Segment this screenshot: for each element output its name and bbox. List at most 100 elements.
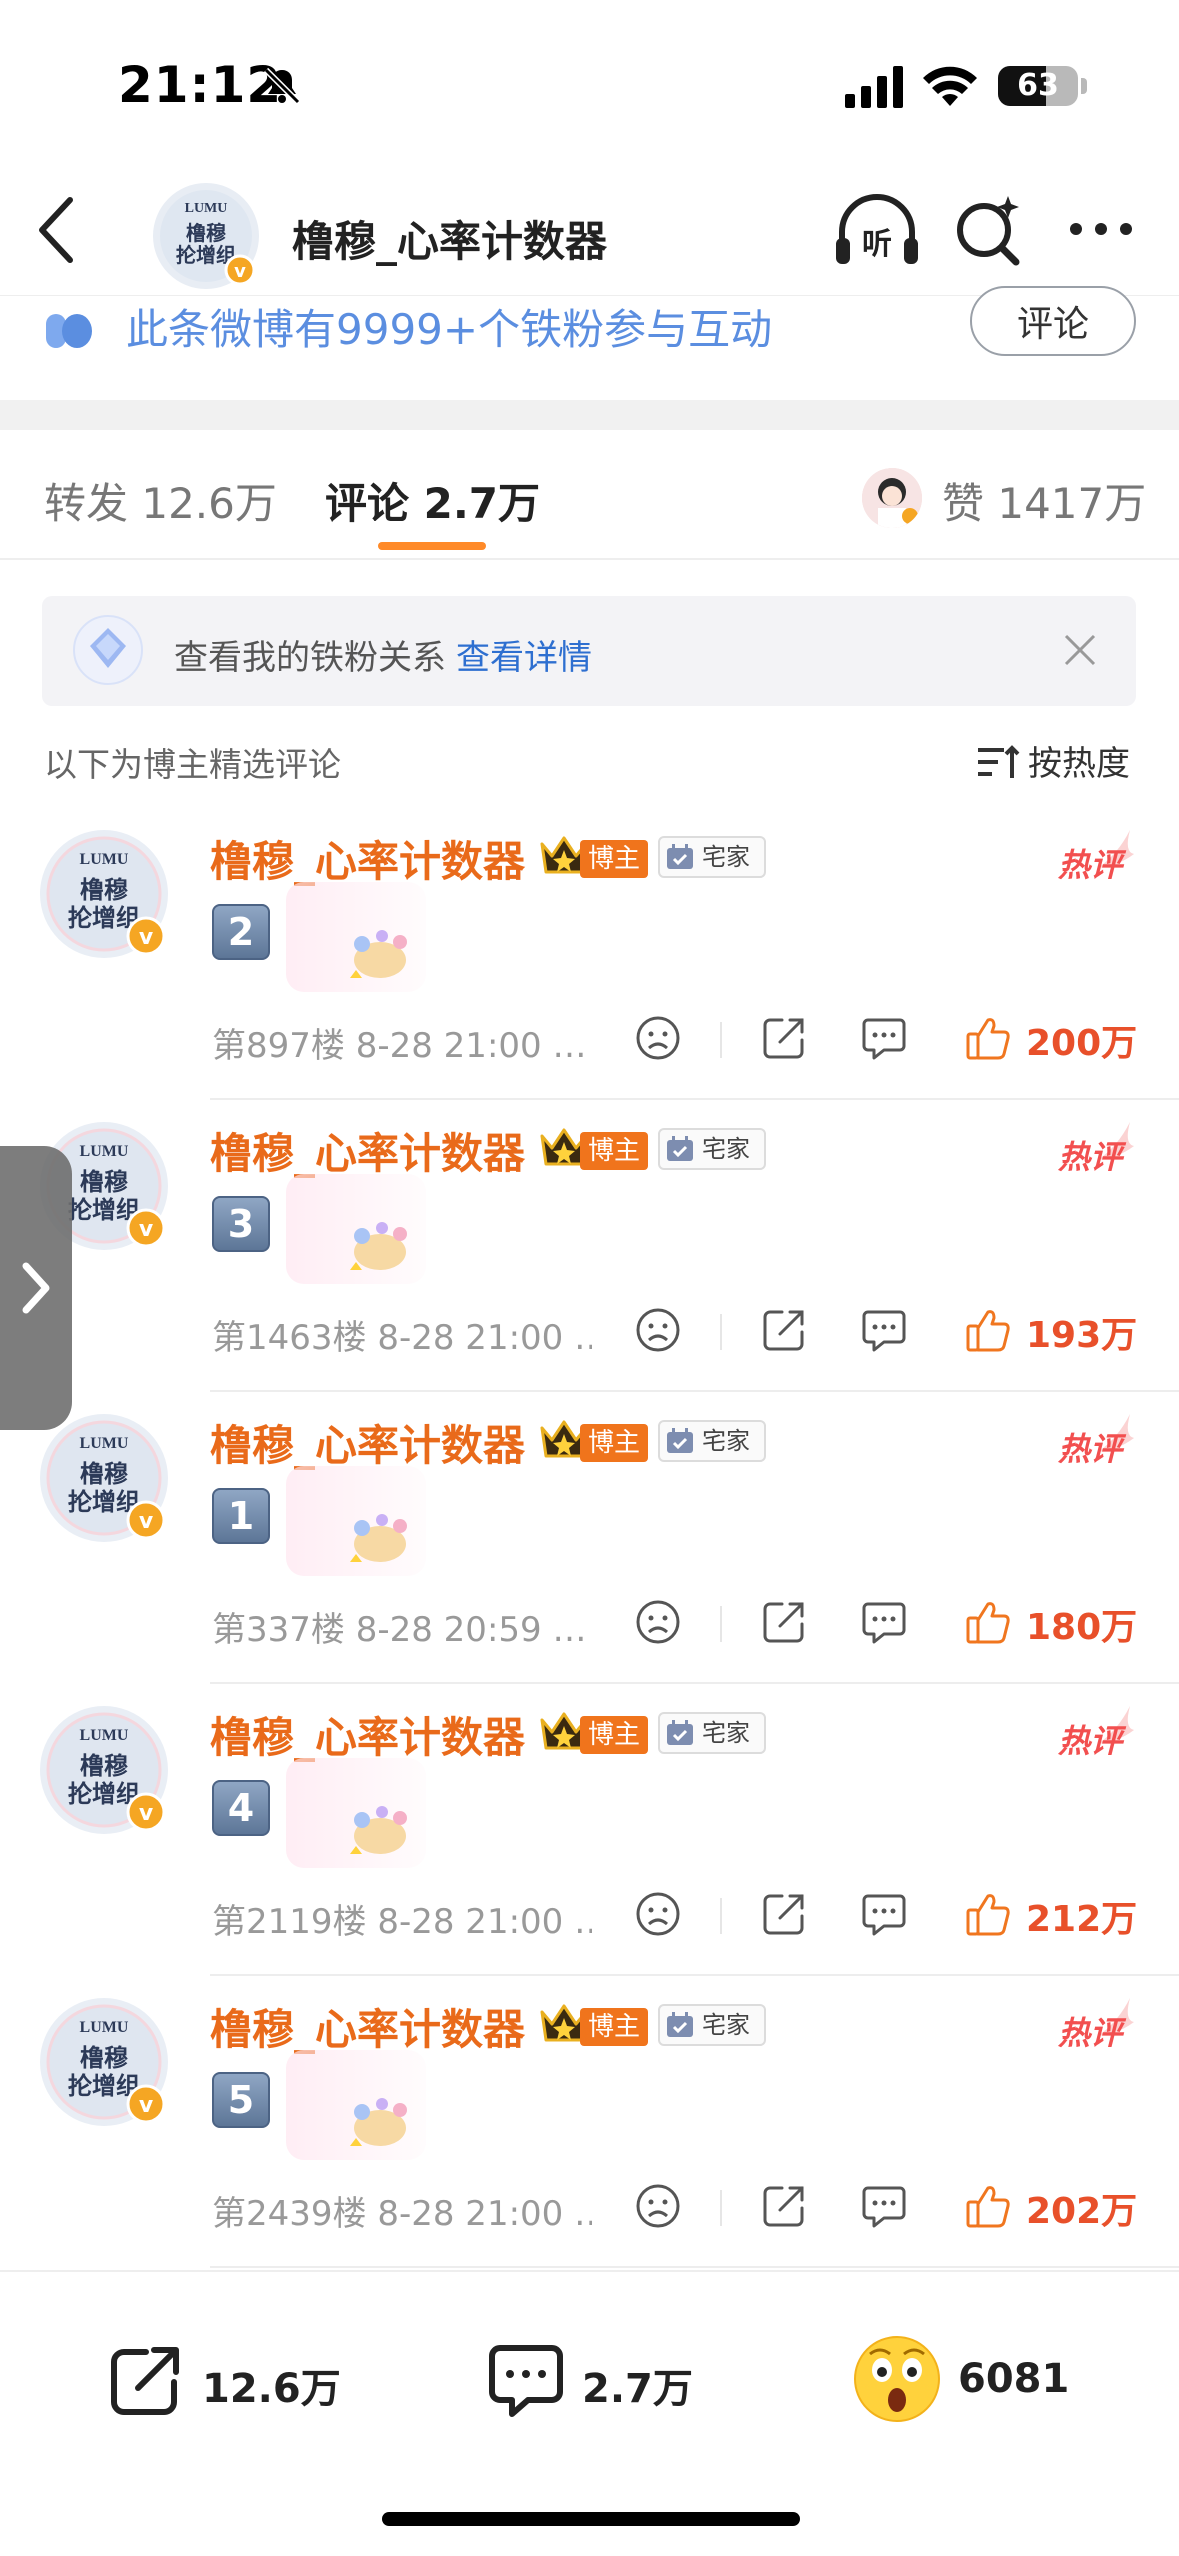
iron-fans-row[interactable]: 查看我的铁粉关系 查看详情 (42, 596, 1136, 706)
action-divider (720, 1314, 722, 1350)
more-icon[interactable] (1066, 214, 1136, 244)
bottom-repost-button[interactable]: 12.6万 (106, 2340, 366, 2420)
dislike-face-icon[interactable] (634, 1306, 682, 1354)
like-thumb-icon[interactable] (964, 1306, 1012, 1354)
close-icon[interactable] (1056, 626, 1104, 674)
sticker-doodle-icon (350, 1514, 407, 1562)
action-divider (720, 1898, 722, 1934)
comment-meta: 第897楼 8-28 21:00 … (212, 1026, 587, 1066)
author-role-badge: 博主 (580, 1716, 648, 1754)
share-icon[interactable] (760, 2182, 808, 2230)
dislike-face-icon[interactable] (634, 1598, 682, 1646)
comment-item[interactable]: LUMU 橹穆 抡增组 v 橹穆_心率计数器 博主 宅家 (0, 1100, 1179, 1392)
comment-like-count[interactable]: 193万 (1026, 1306, 1137, 1358)
comment-item[interactable]: LUMU 橹穆 抡增组 v 橹穆_心率计数器 博主 宅家 (0, 1392, 1179, 1684)
bottom-repost-count: 12.6万 (202, 2366, 341, 2412)
reply-icon[interactable] (860, 2182, 908, 2230)
section-gap (0, 400, 1179, 430)
sort-icon[interactable] (976, 744, 1020, 780)
status-tag: 宅家 (658, 2004, 766, 2046)
dislike-face-icon[interactable] (634, 1890, 682, 1938)
comment-item[interactable]: LUMU 橹穆 抡增组 v 橹穆_心率计数器 博主 宅家 (0, 1976, 1179, 2268)
comment-like-count[interactable]: 200万 (1026, 1014, 1137, 1066)
calendar-check-icon (667, 844, 693, 869)
share-icon[interactable] (760, 1306, 808, 1354)
search-icon[interactable] (952, 190, 1024, 268)
sort-by-hot[interactable]: 按热度 (1028, 736, 1130, 785)
hot-comment-badge: 热评 (1058, 1706, 1134, 1760)
status-tag: 宅家 (658, 1128, 766, 1170)
comment-meta: 第2439楼 8-28 21:00 … (212, 2194, 592, 2234)
iron-fans-text: 查看我的铁粉关系 查看详情 (174, 630, 592, 679)
tab-like[interactable]: 赞 1417万 (942, 470, 1146, 531)
reply-icon[interactable] (860, 1306, 908, 1354)
comment-item[interactable]: LUMU 橹穆 抡增组 v 橹穆_心率计数器 博主 宅家 (0, 1684, 1179, 1976)
svg-text:v: v (139, 1801, 154, 1826)
author-avatar[interactable]: LUMU 橹穆 抡增组 v (152, 182, 260, 290)
comment-meta: 第2119楼 8-28 21:00 … (212, 1902, 592, 1942)
comment-author-name[interactable]: 橹穆_心率计数器 (210, 1704, 525, 1765)
hot-comment-label: 热评 (1058, 846, 1123, 884)
status-tag-label: 宅家 (702, 1427, 750, 1455)
comment-author-avatar[interactable]: LUMU 橹穆 抡增组 v (38, 828, 170, 960)
like-thumb-icon[interactable] (964, 1890, 1012, 1938)
iron-fan-icon (73, 615, 143, 685)
share-icon[interactable] (760, 1890, 808, 1938)
status-tag-label: 宅家 (702, 1719, 750, 1747)
bottom-comment-button[interactable]: 2.7万 (486, 2340, 726, 2420)
wifi-icon (923, 66, 977, 106)
sticker-image (286, 1758, 426, 1868)
comment-author-avatar[interactable]: LUMU 橹穆 抡增组 v (38, 1412, 170, 1544)
number-emoji: 5 (212, 2072, 270, 2128)
comment-author-avatar[interactable]: LUMU 橹穆 抡增组 v (38, 1996, 170, 2128)
tab-comment[interactable]: 评论 2.7万 (325, 470, 540, 531)
svg-text:LUMU: LUMU (80, 1435, 129, 1452)
dislike-face-icon[interactable] (634, 1014, 682, 1062)
battery-indicator: 63 (998, 66, 1078, 106)
comment-item[interactable]: LUMU 橹穆 抡增组 v 橹穆_心率计数器 博主 宅家 (0, 808, 1179, 1100)
back-arrow-icon[interactable] (30, 190, 90, 270)
comment-author-name[interactable]: 橹穆_心率计数器 (210, 1412, 525, 1473)
author-role-badge: 博主 (580, 1424, 648, 1462)
share-icon[interactable] (760, 1598, 808, 1646)
comment-author-name[interactable]: 橹穆_心率计数器 (210, 1120, 525, 1181)
author-name[interactable]: 橹穆_心率计数器 (292, 208, 607, 269)
share-icon[interactable] (760, 1014, 808, 1062)
svg-text:v: v (139, 1217, 154, 1242)
battery-percent: 63 (1017, 68, 1059, 103)
status-tag: 宅家 (658, 1420, 766, 1462)
iron-fans-link[interactable]: 查看详情 (456, 638, 592, 678)
bottom-comment-count: 2.7万 (582, 2366, 693, 2412)
listen-icon[interactable]: 听 (832, 192, 922, 270)
comment-author-name[interactable]: 橹穆_心率计数器 (210, 828, 525, 889)
author-role-badge: 博主 (580, 2008, 648, 2046)
comment-author-name[interactable]: 橹穆_心率计数器 (210, 1996, 525, 2057)
dislike-face-icon[interactable] (634, 2182, 682, 2230)
action-divider (720, 2190, 722, 2226)
comment-author-avatar[interactable]: LUMU 橹穆 抡增组 v (38, 1704, 170, 1836)
home-indicator (382, 2512, 800, 2526)
like-thumb-icon[interactable] (964, 1598, 1012, 1646)
bottom-like-button[interactable]: 6081 (852, 2334, 1092, 2426)
fans-icon (46, 314, 92, 348)
reply-icon[interactable] (860, 1598, 908, 1646)
picked-comments-header: 以下为博主精选评论 按热度 (0, 732, 1179, 792)
sticker-doodle-icon (350, 1806, 407, 1854)
reply-icon[interactable] (860, 1014, 908, 1062)
status-tag-label: 宅家 (702, 843, 750, 871)
tab-repost[interactable]: 转发 12.6万 (44, 470, 277, 531)
like-thumb-icon[interactable] (964, 2182, 1012, 2230)
hot-comment-badge: 热评 (1058, 1998, 1134, 2052)
comment-like-count[interactable]: 202万 (1026, 2182, 1137, 2234)
comment-button[interactable]: 评论 (970, 286, 1136, 356)
side-expand-tab[interactable] (0, 1146, 72, 1430)
hot-comment-label: 热评 (1058, 1430, 1123, 1468)
comment-like-count[interactable]: 180万 (1026, 1598, 1137, 1650)
comment-like-count[interactable]: 212万 (1026, 1890, 1137, 1942)
chevron-right-icon (22, 1262, 50, 1314)
reply-icon[interactable] (860, 1890, 908, 1938)
fans-text: 此条微博有9999+个铁粉参与互动 (126, 305, 773, 354)
sticker-image (286, 1466, 426, 1576)
like-thumb-icon[interactable] (964, 1014, 1012, 1062)
number-emoji: 2 (212, 904, 270, 960)
